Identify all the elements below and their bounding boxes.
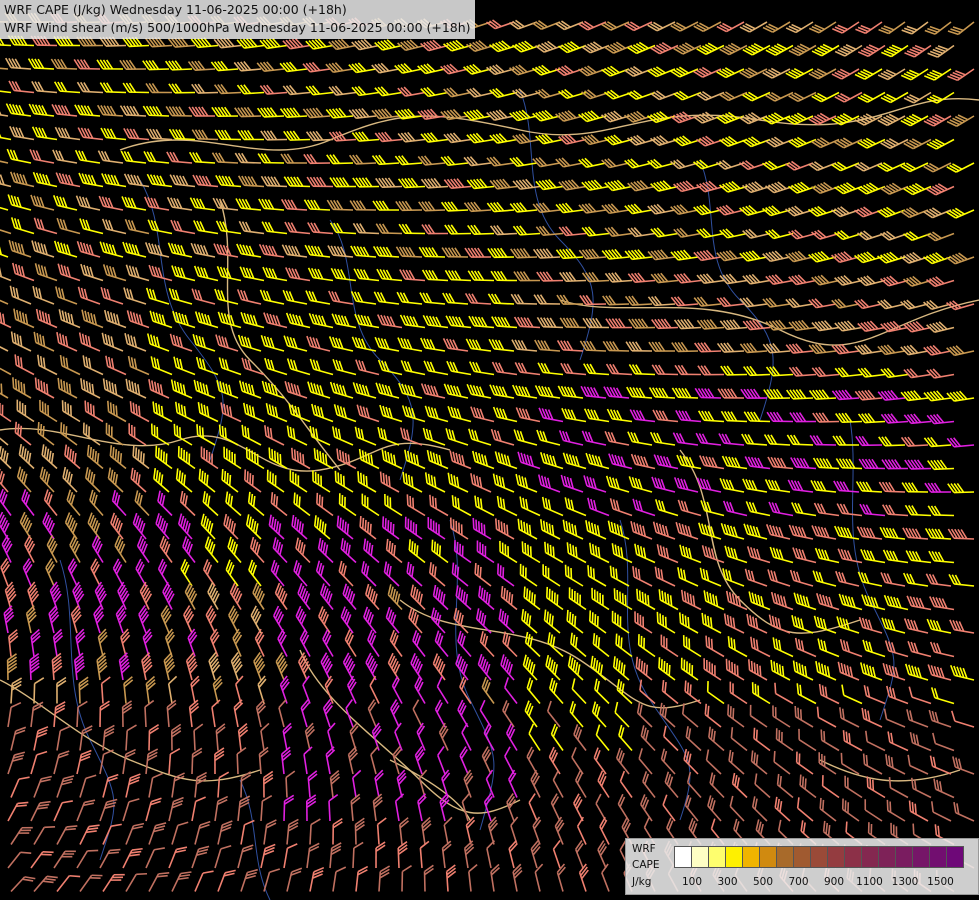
legend-tick: 300 (717, 876, 738, 888)
legend-swatch (691, 846, 709, 868)
legend-swatch (929, 846, 947, 868)
legend-tick: 900 (823, 876, 845, 888)
wind-shear-barb-map (0, 0, 979, 900)
legend-swatch (759, 846, 777, 868)
title-wind-shear: WRF Wind shear (m/s) 500/1000hPa Wednesd… (4, 20, 471, 35)
legend-swatch (793, 846, 811, 868)
legend-swatch (878, 846, 896, 868)
legend-tick: 1100 (856, 876, 883, 888)
legend-swatch (844, 846, 862, 868)
legend-swatch (912, 846, 930, 868)
legend-tick: 500 (752, 876, 774, 888)
legend-swatch (810, 846, 828, 868)
cape-legend: WRF CAPE J/kg 100 300 500 700 900 1100 1300 150… (625, 838, 979, 895)
map-title-box: WRF CAPE (J/kg) Wednesday 11-06-2025 00:… (0, 0, 475, 39)
legend-tick: 700 (788, 876, 809, 888)
legend-swatch (827, 846, 845, 868)
legend-swatch (776, 846, 794, 868)
legend-swatch (708, 846, 726, 868)
legend-swatch (674, 846, 692, 868)
legend-swatch (742, 846, 760, 868)
legend-tick: 100 (681, 876, 703, 888)
legend-swatch (725, 846, 743, 868)
title-cape: WRF CAPE (J/kg) Wednesday 11-06-2025 00:… (4, 2, 347, 17)
legend-label-wrf: WRF (632, 843, 656, 855)
legend-tick: 1500 (927, 876, 954, 888)
legend-color-scale (674, 846, 964, 868)
legend-swatch (861, 846, 879, 868)
legend-tick: 1300 (891, 876, 919, 888)
legend-swatch (946, 846, 964, 868)
legend-label-cape: CAPE (632, 859, 660, 871)
legend-swatch (895, 846, 913, 868)
legend-label-unit: J/kg (632, 876, 652, 888)
